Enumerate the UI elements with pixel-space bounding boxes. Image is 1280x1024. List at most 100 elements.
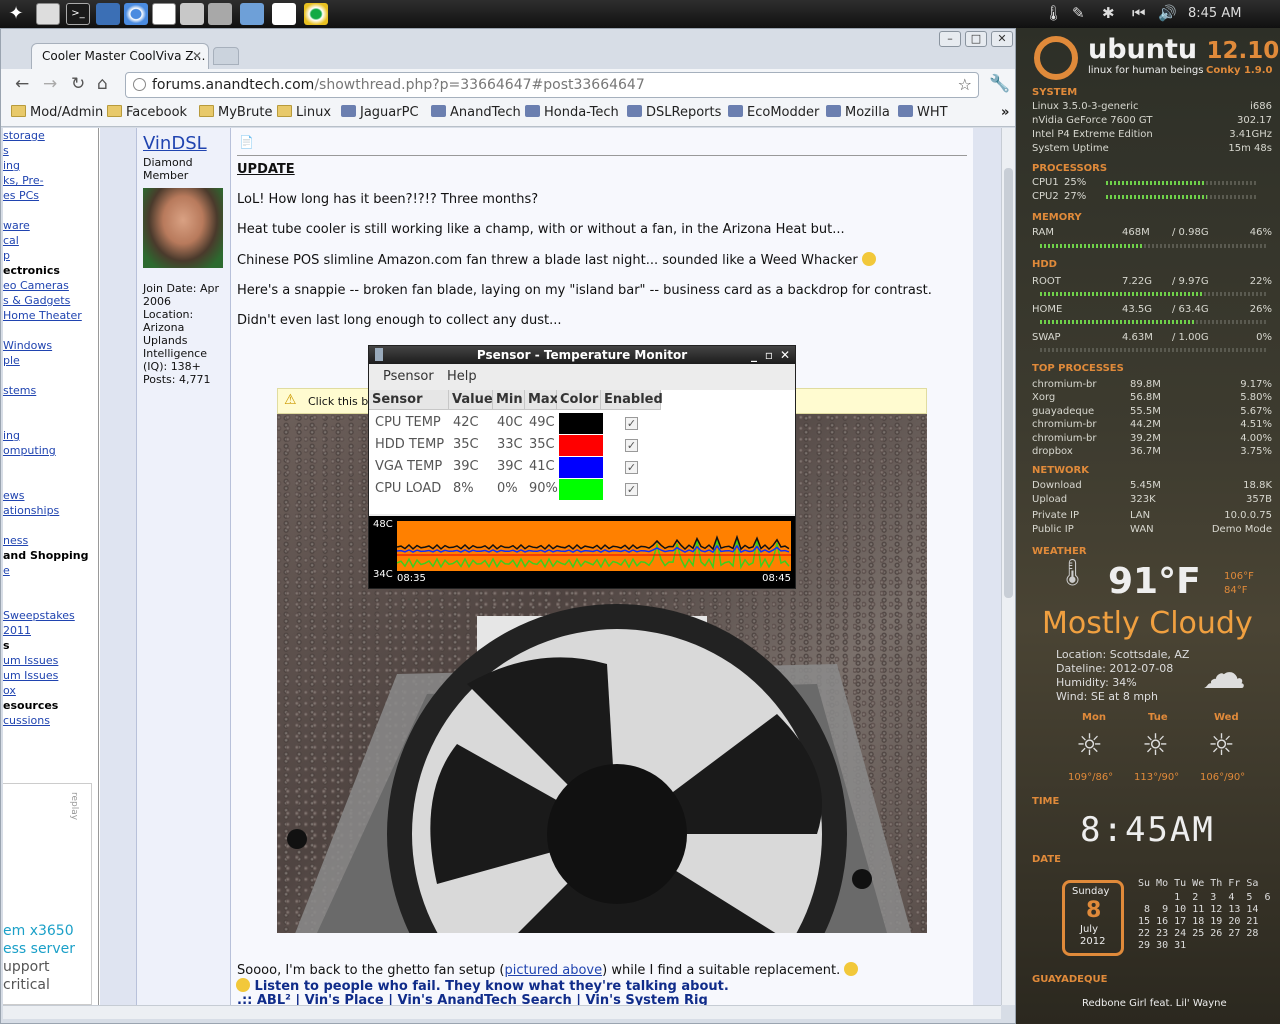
bookmark-honda-tech[interactable]: Honda-Tech (525, 105, 619, 120)
back-icon[interactable]: ← (15, 74, 29, 94)
nav-link[interactable]: ks, Pre- (3, 173, 98, 188)
sensor-color-swatch[interactable] (559, 479, 603, 500)
bookmark-linux[interactable]: Linux (277, 105, 331, 120)
horizontal-scrollbar[interactable] (3, 1005, 1001, 1019)
username-link[interactable]: VinDSL (143, 133, 224, 154)
nav-link[interactable]: um Issues (3, 668, 98, 683)
nav-link[interactable]: um Issues (3, 653, 98, 668)
bluetooth-icon[interactable]: ✱ (1102, 4, 1115, 22)
more-bookmarks-icon[interactable]: » (1001, 105, 1009, 120)
nav-link[interactable]: e (3, 563, 98, 578)
wrench-icon[interactable]: 🔧 (989, 74, 1010, 94)
screenshot-icon[interactable] (240, 3, 264, 25)
calculator-icon[interactable] (36, 3, 60, 25)
column-header[interactable]: Max (525, 390, 558, 410)
menu-help[interactable]: Help (447, 369, 477, 384)
nav-link[interactable]: ationships (3, 503, 98, 518)
window-icon[interactable] (208, 3, 232, 25)
blank-icon[interactable] (180, 3, 204, 25)
nav-link[interactable]: ness (3, 533, 98, 548)
nav-link[interactable]: s (3, 143, 98, 158)
sig-link-search[interactable]: Vin's AnandTech Search (398, 993, 572, 1005)
minimize-button[interactable]: – (939, 31, 961, 47)
guayadeque-icon[interactable] (304, 3, 328, 25)
nav-link[interactable]: ing (3, 158, 98, 173)
thermometer-icon[interactable]: 🌡 (1044, 4, 1063, 22)
nav-link[interactable]: stems (3, 383, 98, 398)
column-header[interactable]: Value (449, 390, 493, 410)
nav-link[interactable]: cussions (3, 713, 98, 728)
skip-back-icon[interactable]: ⏮ (1132, 4, 1146, 22)
chromium-icon[interactable] (124, 3, 148, 25)
bookmark-facebook[interactable]: Facebook (107, 105, 187, 120)
sensor-color-swatch[interactable] (559, 457, 603, 478)
pictured-above-link[interactable]: pictured above (504, 963, 602, 978)
nav-link[interactable]: ews (3, 488, 98, 503)
scrollbar-thumb[interactable] (1004, 168, 1013, 598)
reload-icon[interactable]: ↻ (71, 74, 85, 94)
files-icon[interactable] (96, 3, 120, 25)
nav-link[interactable]: storage (3, 128, 98, 143)
adchoices-label[interactable]: replay (69, 792, 79, 820)
nav-link[interactable]: ware (3, 218, 98, 233)
terminal-icon[interactable]: >_ (66, 3, 90, 25)
psensor-titlebar[interactable]: Psensor - Temperature Monitor _ ▫ ✕ (369, 346, 795, 364)
sig-link-vins-place[interactable]: Vin's Place (305, 993, 384, 1005)
sensor-enabled-checkbox[interactable]: ✓ (625, 439, 638, 452)
sig-link-system-rig[interactable]: Vin's System Rig (586, 993, 708, 1005)
pen-icon[interactable]: ✎ (1072, 4, 1085, 22)
close-icon[interactable]: ✕ (780, 346, 790, 364)
advertisement[interactable]: replay em x3650 ess server upport critic… (3, 783, 92, 1005)
star-icon[interactable]: ☆ (958, 75, 972, 94)
home-icon[interactable]: ⌂ (97, 74, 108, 94)
new-tab-button[interactable] (213, 47, 239, 65)
column-header[interactable]: Min (493, 390, 525, 410)
nav-link[interactable]: p (3, 248, 98, 263)
volume-icon[interactable]: 🔊 (1158, 4, 1177, 22)
nav-link[interactable]: ing (3, 428, 98, 443)
column-header[interactable]: Sensor (369, 390, 449, 410)
close-window-button[interactable]: ✕ (991, 31, 1013, 47)
nav-link[interactable]: Home Theater (3, 308, 98, 323)
document-icon[interactable] (152, 3, 176, 25)
bookmark-mybrute[interactable]: MyBrute (199, 105, 273, 120)
sensor-color-swatch[interactable] (559, 435, 603, 456)
clock[interactable]: 8:45 AM (1188, 6, 1241, 21)
nav-link[interactable]: cal (3, 233, 98, 248)
tab-active[interactable]: Cooler Master CoolViva Z… ✕ (31, 43, 209, 69)
column-header[interactable]: Enabled (601, 390, 663, 410)
avatar[interactable] (143, 188, 223, 268)
nav-link[interactable]: ple (3, 353, 98, 368)
menu-icon[interactable]: ✦ (4, 3, 28, 25)
maximize-button[interactable]: □ (965, 31, 987, 47)
nav-link[interactable]: es PCs (3, 188, 98, 203)
maximize-icon[interactable]: ▫ (765, 346, 773, 364)
sensor-enabled-checkbox[interactable]: ✓ (625, 483, 638, 496)
sensor-enabled-checkbox[interactable]: ✓ (625, 417, 638, 430)
psensor-window[interactable]: Psensor - Temperature Monitor _ ▫ ✕ Psen… (368, 345, 796, 589)
editor-icon[interactable] (272, 3, 296, 25)
bookmark-jaguarpc[interactable]: JaguarPC (341, 105, 419, 120)
bookmark-dslreports[interactable]: DSLReports (627, 105, 721, 120)
nav-link[interactable]: eo Cameras (3, 278, 98, 293)
vertical-scrollbar[interactable] (1001, 128, 1015, 1005)
minimize-icon[interactable]: _ (751, 346, 757, 364)
bookmark-mozilla[interactable]: Mozilla (826, 105, 890, 120)
nav-link[interactable]: Sweepstakes (3, 608, 98, 623)
nav-link[interactable]: Windows (3, 338, 98, 353)
menu-psensor[interactable]: Psensor (383, 369, 434, 384)
bookmark-wht[interactable]: WHT (898, 105, 948, 120)
sensor-color-swatch[interactable] (559, 413, 603, 434)
nav-link[interactable]: ox (3, 683, 98, 698)
nav-link[interactable]: s & Gadgets (3, 293, 98, 308)
bookmark-ecomodder[interactable]: EcoModder (728, 105, 819, 120)
column-header[interactable]: Color (557, 390, 601, 410)
forward-icon[interactable]: → (43, 74, 57, 94)
nav-link[interactable]: 2011 (3, 623, 98, 638)
address-bar[interactable]: forums.anandtech.com/showthread.php?p=33… (125, 72, 979, 98)
sensor-enabled-checkbox[interactable]: ✓ (625, 461, 638, 474)
nav-link[interactable]: omputing (3, 443, 98, 458)
bookmark-anandtech[interactable]: AnandTech (431, 105, 521, 120)
bookmark-mod-admin[interactable]: Mod/Admin (11, 105, 103, 120)
close-tab-icon[interactable]: ✕ (192, 49, 202, 63)
